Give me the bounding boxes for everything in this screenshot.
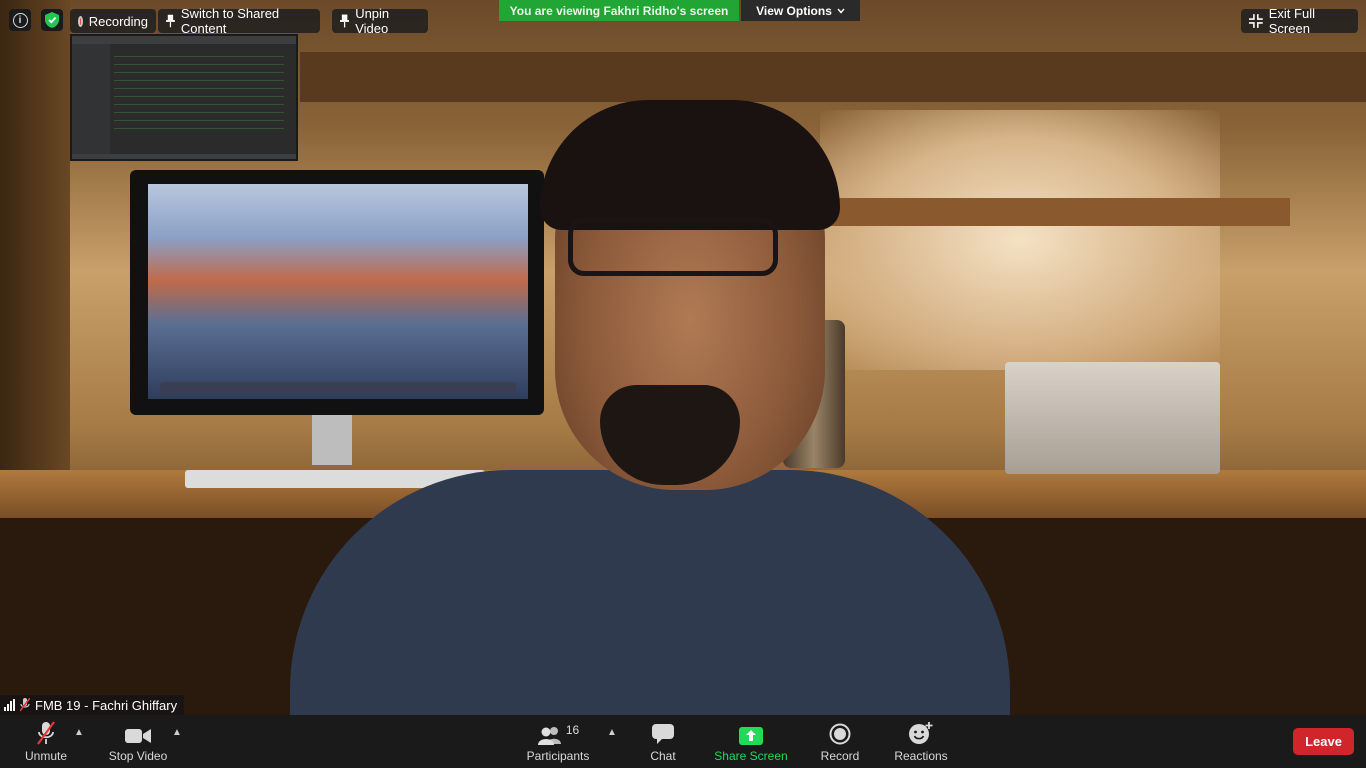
- participants-count: 16: [565, 723, 580, 737]
- chat-bubble-icon: [652, 724, 674, 744]
- person-hair: [540, 100, 840, 230]
- mic-muted-icon: [37, 721, 55, 745]
- people-icon: [537, 727, 561, 745]
- chat-button[interactable]: Chat: [643, 715, 683, 768]
- unpin-label: Unpin Video: [355, 6, 390, 36]
- thumbnail-code-editor: [114, 52, 284, 132]
- thumbnail-project-tree: [72, 44, 110, 156]
- monitor-dock: [160, 382, 516, 394]
- switch-label: Switch to Shared Content: [180, 6, 280, 36]
- exit-full-screen-button[interactable]: Exit Full Screen: [1241, 6, 1358, 36]
- video-options-caret[interactable]: ▲: [172, 727, 182, 738]
- top-shelf: [300, 52, 1366, 102]
- video-camera-icon: [125, 729, 151, 743]
- reactions-button[interactable]: Reactions: [892, 715, 950, 768]
- drive-enclosure: [1005, 362, 1220, 474]
- unpin-video-button[interactable]: Unpin Video: [332, 6, 428, 36]
- person-shirt: [290, 470, 1010, 715]
- middle-shelf: [830, 198, 1290, 226]
- view-options-label: View Options: [756, 3, 832, 18]
- stop-video-button[interactable]: Stop Video: [104, 715, 172, 768]
- audio-options-caret[interactable]: ▲: [74, 727, 84, 738]
- shield-icon: [45, 12, 59, 28]
- switch-to-shared-content-button[interactable]: Switch to Shared Content: [158, 6, 320, 36]
- monitor-wallpaper: [148, 184, 528, 399]
- unmute-button[interactable]: Unmute: [20, 715, 72, 768]
- mic-muted-icon: [20, 698, 30, 712]
- wall-light: [820, 110, 1220, 370]
- thumbnail-menubar: [72, 36, 296, 44]
- signal-bars-icon: [4, 699, 15, 711]
- security-button[interactable]: [41, 9, 63, 31]
- leave-meeting-button[interactable]: Leave: [1293, 728, 1354, 755]
- view-options-dropdown[interactable]: View Options: [741, 0, 860, 21]
- record-button[interactable]: Record: [817, 715, 863, 768]
- stop-video-label: Stop Video: [108, 749, 168, 763]
- record-dot-icon: [78, 15, 83, 27]
- pin-icon: [340, 14, 350, 28]
- monitor-stand: [312, 415, 352, 465]
- participants-button[interactable]: 16 Participants: [523, 715, 593, 768]
- record-icon: [829, 723, 851, 745]
- thumbnail-statusbar: [72, 154, 296, 159]
- share-arrow-icon: [739, 727, 763, 745]
- person-glasses: [568, 218, 778, 276]
- pin-icon: [166, 14, 175, 28]
- smiley-plus-icon: [909, 722, 933, 744]
- exit-fullscreen-icon: [1249, 14, 1263, 28]
- meeting-info-button[interactable]: i: [9, 9, 31, 31]
- screen-sharing-banner: You are viewing Fakhri Ridho's screen: [499, 0, 739, 21]
- participants-options-caret[interactable]: ▲: [607, 727, 617, 738]
- participants-label: Participants: [526, 749, 590, 763]
- meeting-toolbar: Unmute ▲ Stop Video ▲ 16 Participants ▲: [0, 715, 1366, 768]
- info-icon: i: [12, 12, 28, 28]
- unmute-label: Unmute: [24, 749, 68, 763]
- chevron-down-icon: [837, 8, 845, 14]
- exit-full-screen-label: Exit Full Screen: [1268, 6, 1315, 36]
- reactions-label: Reactions: [894, 749, 948, 763]
- chat-label: Chat: [650, 749, 676, 763]
- recording-indicator[interactable]: Recording: [70, 9, 156, 33]
- share-screen-button[interactable]: Share Screen: [713, 715, 789, 768]
- share-screen-label: Share Screen: [714, 749, 788, 763]
- participant-name-tag: FMB 19 - Fachri Ghiffary: [0, 695, 184, 715]
- participant-name: FMB 19 - Fachri Ghiffary: [35, 697, 178, 713]
- recording-label: Recording: [88, 13, 148, 29]
- shared-screen-thumbnail[interactable]: [70, 34, 298, 161]
- record-label: Record: [820, 749, 860, 763]
